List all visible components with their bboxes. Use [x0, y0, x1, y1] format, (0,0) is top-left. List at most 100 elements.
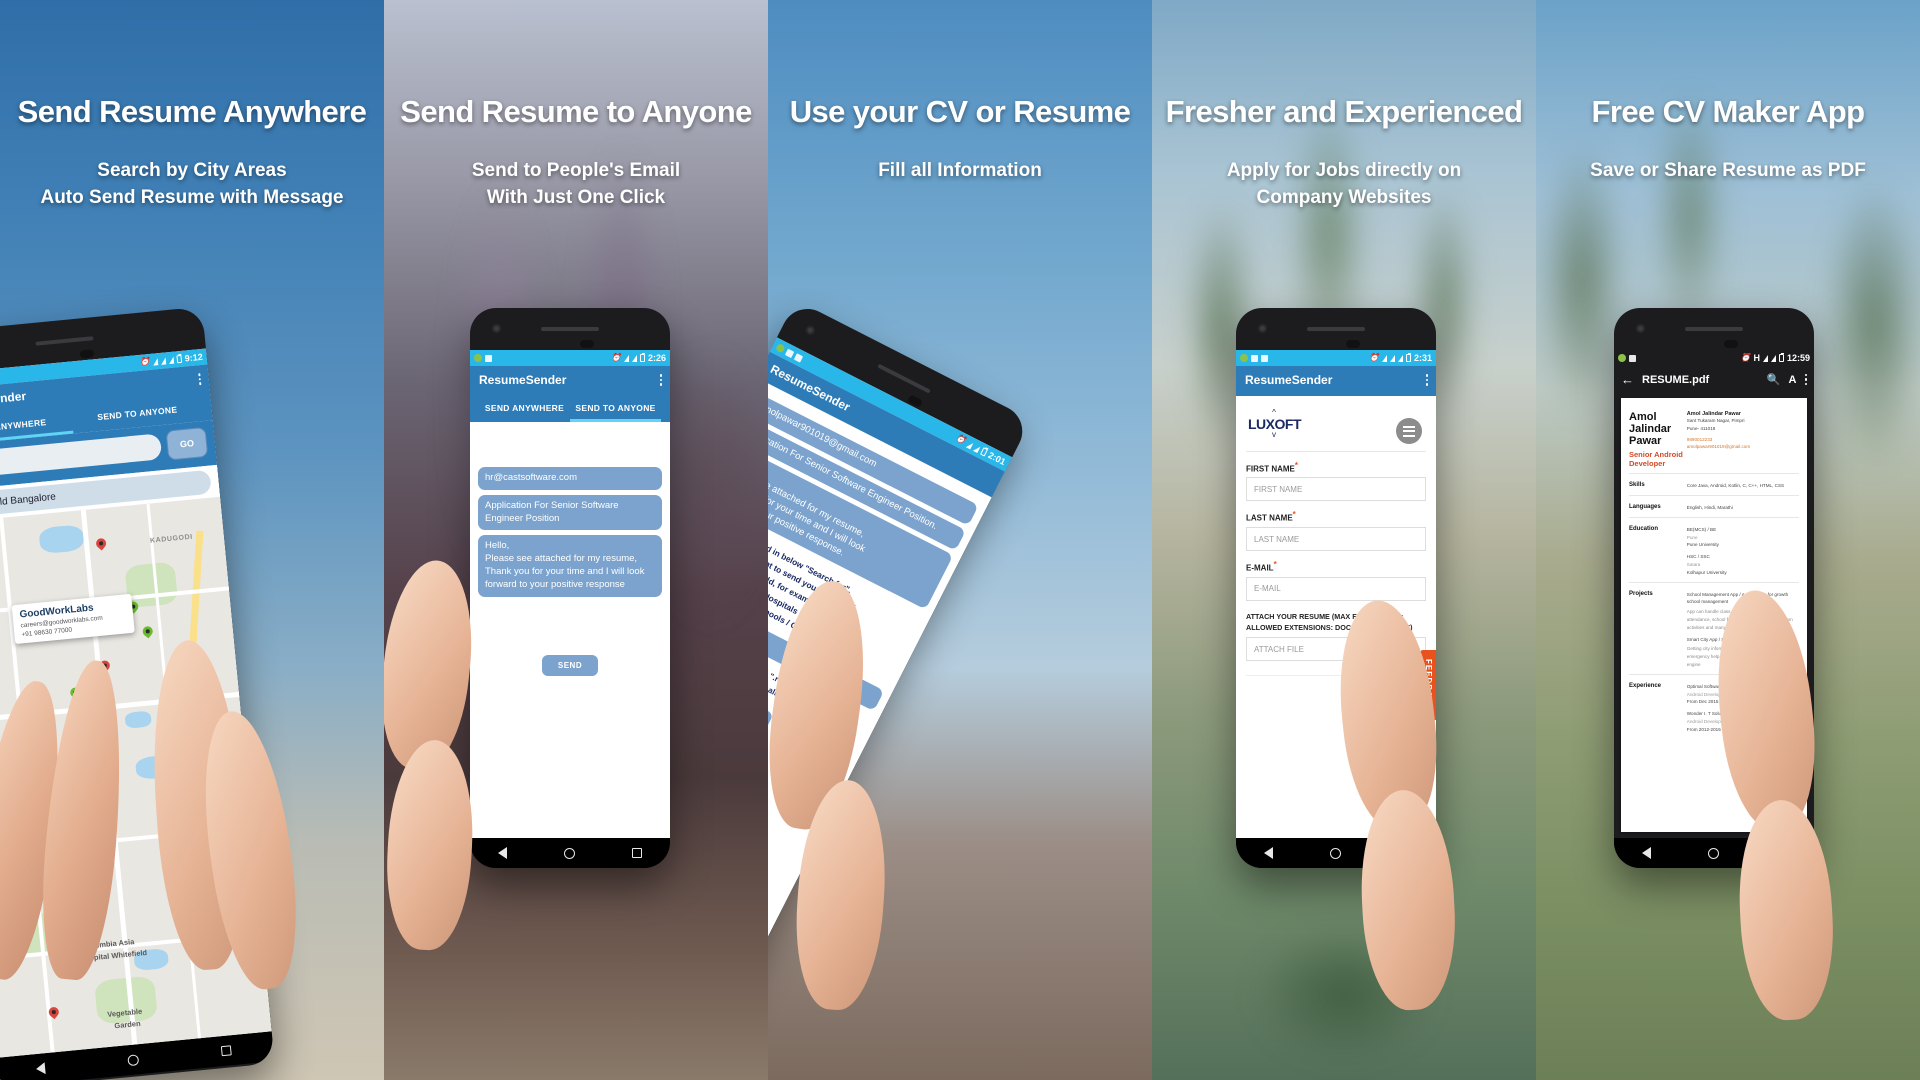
resume-address-2: Pune- 411018	[1686, 425, 1716, 431]
attach-resume-note: ATTACH YOUR RESUME (MAX FILE SIZE IMB; A…	[1246, 612, 1426, 634]
android-notification-icon-4	[1240, 354, 1248, 362]
android-nav-bar-2	[470, 838, 670, 868]
resume-edu-1c: Pune University	[1686, 542, 1719, 548]
search-icon[interactable]: 🔍	[1767, 373, 1781, 386]
signal-icon-2b	[631, 354, 637, 362]
company-website-webview[interactable]: ^ LUXOFT v FIRST NAME* FIRST NAME LAST N…	[1236, 396, 1436, 838]
resume-edu-2b: Satara	[1686, 562, 1701, 568]
resume-exp-1c: From Dec 2015 - Dec 2018	[1686, 699, 1743, 705]
nav-recents-icon-5[interactable]	[1775, 848, 1786, 858]
message-body-input[interactable]: Hello, Please see attached for my resume…	[478, 535, 662, 597]
status-bar-4: ⏰ 2:31	[1236, 350, 1436, 366]
sensor-icon-2	[580, 340, 594, 348]
panel-4-sub-line-1: Apply for Jobs directly on	[1226, 159, 1462, 181]
luxoft-logo-block: ^ LUXOFT v	[1246, 396, 1426, 451]
nav-back-icon-4[interactable]	[1264, 847, 1274, 859]
panel-2-sub-line-1: Send to People's Email	[471, 159, 681, 181]
nav-home-icon-5[interactable]	[1707, 847, 1719, 859]
map-label-icc-rd: ICC Rd	[203, 820, 224, 828]
phone-device-4: ⏰ 2:31 ResumeSender ^ LUXOFT v FIRST NAM…	[1236, 308, 1436, 868]
app-title-2: ResumeSender	[479, 373, 567, 387]
sensor-icon-5	[1724, 340, 1738, 348]
resume-edu-1: BE(MCS) / BE	[1686, 526, 1717, 532]
pdf-viewer-toolbar: ← RESUME.pdf 🔍 A	[1614, 366, 1814, 393]
resume-address-1: Sant Tukaram Nagar, Pimpri	[1686, 418, 1745, 423]
tab-send-anywhere-2[interactable]: SEND ANYWHERE	[479, 397, 570, 422]
email-input[interactable]: E-MAIL	[1246, 576, 1426, 601]
app-notification-icon-4	[1261, 354, 1268, 362]
attach-note-line-2: ALLOWED EXTENSIONS: DOC, TXT, PDF, DOCX)	[1246, 622, 1413, 632]
email-label-text: E-MAIL	[1246, 563, 1274, 573]
map-action-button[interactable]	[229, 865, 250, 886]
status-bar-5: ⏰ H 12:59	[1614, 350, 1814, 366]
app-title-4: ResumeSender	[1245, 373, 1333, 387]
pdf-file-name: RESUME.pdf	[1642, 373, 1710, 386]
map-poi-garden-b: Garden	[113, 1018, 141, 1031]
status-time-1: 9:12	[184, 351, 204, 364]
nav-home-icon-4[interactable]	[1329, 847, 1341, 859]
overflow-menu-icon-5[interactable]	[1804, 373, 1807, 386]
font-size-icon[interactable]: A	[1789, 374, 1797, 386]
resume-phone: 9890012233	[1686, 436, 1713, 442]
alarm-icon: ⏰	[139, 356, 151, 367]
resume-section-languages: Languages	[1629, 504, 1661, 511]
go-button[interactable]: GO	[165, 426, 209, 461]
nav-recents-icon-2[interactable]	[631, 848, 642, 858]
panel-4-sub-line-2: Company Websites	[1256, 187, 1432, 209]
panel-4-headline: Fresher and Experienced	[1165, 94, 1523, 129]
hamburger-menu-icon[interactable]	[1396, 418, 1422, 444]
resume-project-1-desc: App can handle class school timing, stud…	[1686, 609, 1793, 630]
overflow-menu-icon-4[interactable]	[1425, 374, 1428, 386]
panel-use-your-cv-or-resume: Use your CV or Resume Fill all Informati…	[768, 0, 1152, 1080]
send-button[interactable]: SEND	[541, 654, 599, 676]
earpiece-speaker	[35, 336, 94, 346]
back-arrow-icon[interactable]: ←	[1621, 372, 1634, 387]
phone-4-bezel	[1236, 308, 1436, 350]
sensor-icon	[79, 349, 95, 359]
nav-recents-icon-1[interactable]	[221, 1045, 233, 1057]
resume-name: Amol Jalindar Pawar	[1629, 411, 1672, 448]
first-name-input[interactable]: FIRST NAME	[1246, 477, 1426, 502]
nav-recents-icon-4[interactable]	[1397, 848, 1408, 858]
phone-5-bezel	[1614, 308, 1814, 350]
battery-icon-4	[1405, 353, 1411, 362]
first-name-label-text: FIRST NAME	[1246, 464, 1295, 474]
resume-pdf-page[interactable]: Amol Jalindar Pawar Senior Android Devel…	[1621, 398, 1807, 832]
nav-home-icon-1[interactable]	[127, 1053, 140, 1066]
alarm-icon-2: ⏰	[611, 353, 621, 362]
earpiece-speaker-4	[1307, 327, 1365, 331]
signal-icon-5a	[1762, 354, 1768, 362]
nav-home-icon-2[interactable]	[563, 847, 575, 859]
to-email-input[interactable]: hr@castsoftware.com	[478, 467, 662, 490]
last-name-input[interactable]: LAST NAME	[1246, 527, 1426, 552]
compose-form-2: hr@castsoftware.com Application For Seni…	[470, 422, 670, 838]
nav-back-icon-5[interactable]	[1642, 847, 1652, 859]
network-type-indicator: H	[1753, 353, 1760, 363]
front-camera-icon-3	[804, 324, 817, 337]
subject-input[interactable]: Application For Senior Software Engineer…	[478, 494, 662, 531]
resume-skills-text: Core Java, Android, Kotlin, C, C++, HTML…	[1686, 483, 1785, 489]
message-line-1: Hello,	[485, 540, 510, 552]
map-info-window[interactable]: GoodWorkLabs careers@goodworklabs.com +9…	[11, 593, 135, 645]
resume-exp-1b: Android Developer	[1686, 691, 1725, 697]
panel-3-headline: Use your CV or Resume	[789, 94, 1131, 129]
panel-1-headline: Send Resume Anywhere	[17, 94, 367, 129]
panel-4-subtitle: Apply for Jobs directly on Company Websi…	[1152, 157, 1536, 212]
feedback-tab[interactable]: FEEDBACK	[1420, 650, 1436, 721]
overflow-menu-icon-2[interactable]	[659, 374, 662, 386]
android-nav-bar-4	[1236, 838, 1436, 868]
tab-send-to-anyone-2[interactable]: SEND TO ANYONE	[570, 397, 661, 422]
browse-button-4[interactable]: BROWSE	[1370, 638, 1425, 661]
resume-exp-2b: Android Developer	[1686, 719, 1725, 725]
signal-icon-3	[973, 444, 981, 453]
nav-back-icon-1[interactable]	[35, 1062, 46, 1076]
nav-back-icon-2[interactable]	[498, 847, 508, 859]
front-camera-icon-4	[1258, 324, 1267, 333]
attach-file-input[interactable]: ATTACH FILE	[1247, 645, 1370, 654]
screenshot-collage: Send Resume Anywhere Search by City Area…	[0, 0, 1920, 1080]
front-camera-icon-2	[492, 324, 501, 333]
android-notification-icon-3	[775, 342, 786, 354]
overflow-menu-icon-1[interactable]	[197, 373, 202, 385]
earpiece-speaker-5	[1685, 327, 1743, 331]
status-time-2: 2:26	[647, 353, 666, 363]
